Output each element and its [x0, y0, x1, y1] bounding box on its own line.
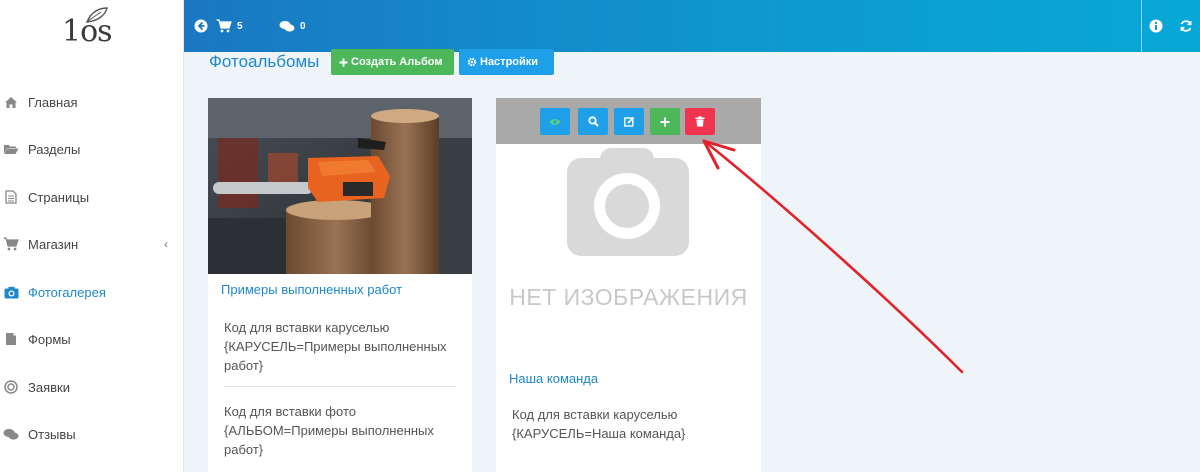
- sidebar-item-label: Формы: [28, 331, 71, 347]
- back-button[interactable]: [194, 16, 208, 36]
- comments-button[interactable]: 0: [279, 16, 306, 36]
- cart-icon: [3, 236, 19, 252]
- leaf-icon: [85, 7, 108, 23]
- comments-icon: [3, 426, 19, 442]
- sidebar-item-label: Заявки: [28, 379, 70, 395]
- info-icon: [1149, 19, 1163, 33]
- file-text-icon: [3, 189, 19, 205]
- sidebar-item-home[interactable]: Главная: [0, 82, 184, 122]
- sidebar-item-gallery[interactable]: Фотогалерея: [0, 272, 184, 312]
- info-button[interactable]: [1149, 16, 1163, 36]
- sidebar-item-label: Разделы: [28, 141, 81, 157]
- cart-button[interactable]: 5: [216, 16, 243, 36]
- add-photo-button[interactable]: [650, 108, 680, 135]
- create-album-button[interactable]: Создать Альбом: [331, 49, 454, 75]
- trash-icon: [695, 116, 705, 127]
- arrow-circle-left-icon: [194, 19, 208, 33]
- file-icon: [3, 331, 19, 347]
- settings-button[interactable]: Настройки: [459, 49, 554, 75]
- home-icon: [3, 94, 19, 110]
- album-title-link[interactable]: Примеры выполненных работ: [221, 282, 402, 297]
- chevron-left-icon: ‹: [164, 237, 168, 251]
- sidebar-item-label: Главная: [28, 94, 78, 110]
- sidebar-item-reviews[interactable]: Отзывы: [0, 414, 184, 454]
- sidebar-item-shop[interactable]: Магазин ‹: [0, 224, 184, 264]
- search-icon: [587, 116, 599, 127]
- sidebar-item-forms[interactable]: Формы: [0, 319, 184, 359]
- plus-icon: [660, 117, 670, 126]
- refresh-icon: [1180, 20, 1192, 32]
- cart-icon: [216, 19, 232, 33]
- folder-open-icon: [3, 141, 19, 157]
- view-button[interactable]: [540, 108, 570, 135]
- album-title-link[interactable]: Наша команда: [509, 371, 598, 386]
- annotation-arrow: [702, 139, 964, 374]
- sidebar-item-label: Отзывы: [28, 426, 76, 442]
- top-bar: 5 0: [184, 0, 1200, 52]
- eye-icon: [549, 118, 561, 125]
- logo[interactable]: 1os: [60, 6, 120, 50]
- target-icon: [3, 379, 19, 395]
- album-card: Примеры выполненных работ Код для вставк…: [208, 98, 472, 472]
- sidebar-item-pages[interactable]: Страницы: [0, 177, 184, 217]
- camera-icon: [3, 284, 19, 300]
- sidebar: 1os Главная Разделы Страницы Магазин ‹ Ф…: [0, 0, 184, 472]
- settings-label: Настройки: [480, 56, 539, 68]
- edit-button[interactable]: [614, 108, 644, 135]
- sidebar-item-label: Страницы: [28, 189, 90, 205]
- create-album-label: Создать Альбом: [351, 56, 443, 68]
- gear-icon: [467, 57, 477, 67]
- sidebar-item-requests[interactable]: Заявки: [0, 367, 184, 407]
- page-title: Фотоальбомы: [209, 52, 320, 71]
- sidebar-item-sections[interactable]: Разделы: [0, 129, 184, 169]
- sidebar-item-label: Магазин: [28, 236, 79, 252]
- comments-count: 0: [300, 20, 306, 32]
- plus-icon: [339, 58, 348, 66]
- sidebar-item-label: Фотогалерея: [28, 284, 106, 300]
- topbar-divider: [1141, 0, 1142, 52]
- chainsaw-photo: [208, 98, 472, 274]
- carousel-embed-code: Код для вставки каруселью {КАРУСЕЛЬ=Прим…: [224, 320, 447, 373]
- photo-embed-code: Код для вставки фото {АЛЬБОМ=Примеры вып…: [224, 404, 434, 457]
- edit-icon: [623, 116, 634, 127]
- album-cover-image[interactable]: [208, 98, 472, 274]
- carousel-embed-code: Код для вставки каруселью {КАРУСЕЛЬ=Наша…: [512, 407, 686, 441]
- comments-icon: [279, 20, 295, 32]
- zoom-button[interactable]: [578, 108, 608, 135]
- divider: [224, 386, 456, 387]
- refresh-button[interactable]: [1179, 16, 1193, 36]
- cart-count: 5: [237, 20, 243, 32]
